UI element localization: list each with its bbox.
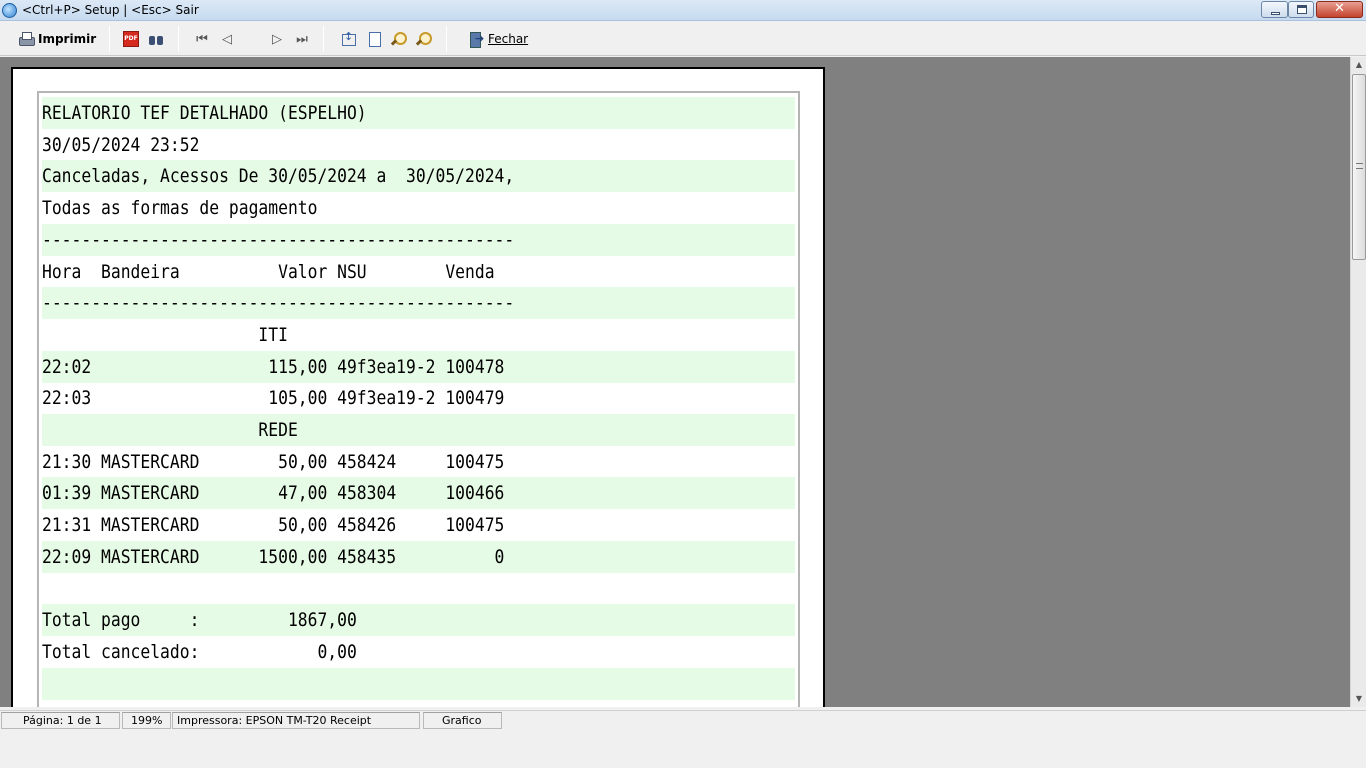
- fit-page-width-icon: [340, 30, 356, 47]
- report-line: Total pago : 1867,00: [42, 604, 795, 637]
- report-line: [42, 667, 795, 700]
- close-label: Fechar: [488, 32, 529, 46]
- report-line: 22:02 115,00 49f3ea19-2 100478: [42, 350, 795, 383]
- report-line: [42, 573, 690, 605]
- scroll-up-arrow[interactable]: ▲: [1351, 57, 1366, 73]
- zoom-out-icon: [415, 31, 432, 47]
- last-page-icon: ⏭: [296, 31, 308, 47]
- close-preview-button[interactable]: Fechar: [468, 27, 528, 51]
- maximize-icon: [1297, 5, 1307, 14]
- report-line: ----------------------------------------…: [42, 223, 795, 256]
- toolbar-separator: [109, 26, 110, 52]
- report-line: 01:39 MASTERCARD 47,00 458304 100466: [42, 477, 795, 510]
- toolbar-separator: [323, 26, 324, 52]
- vertical-scrollbar[interactable]: ▲ ▼: [1350, 57, 1366, 707]
- toolbar-separator: [178, 26, 179, 52]
- report-line-text: Hora Bandeira Valor NSU Venda: [42, 260, 495, 283]
- report-line: 21:30 MASTERCARD 50,00 458424 100475: [42, 446, 690, 478]
- last-page-button[interactable]: ⏭: [294, 27, 310, 51]
- whole-page-icon: [366, 31, 382, 47]
- report-line-text: 21:31 MASTERCARD 50,00 458426 100475: [42, 514, 505, 537]
- first-page-icon: ⏮: [196, 31, 208, 47]
- title-bar: <Ctrl+P> Setup | <Esc> Sair ✕: [0, 0, 1366, 21]
- zoom-in-button[interactable]: [390, 27, 407, 51]
- report-line: 22:03 105,00 49f3ea19-2 100479: [42, 382, 690, 414]
- status-mode: Grafico: [423, 712, 502, 729]
- exit-door-icon: [468, 31, 484, 48]
- status-bar: Página: 1 de 1 199% Impressora: EPSON TM…: [0, 710, 1366, 729]
- report-line-text: Total cancelado: 0,00: [42, 640, 357, 663]
- scroll-thumb[interactable]: [1352, 74, 1366, 260]
- report-line-text: 21:30 MASTERCARD 50,00 458424 100475: [42, 450, 505, 473]
- report-line-text: Total pago : 1867,00: [42, 609, 357, 632]
- close-window-button[interactable]: ✕: [1316, 1, 1363, 18]
- report-line-text: ITI: [42, 323, 288, 346]
- export-pdf-button[interactable]: PDF: [123, 27, 139, 51]
- page-width-button[interactable]: [340, 27, 356, 51]
- minimize-icon: [1271, 12, 1280, 15]
- status-page: Página: 1 de 1: [1, 712, 120, 729]
- find-button[interactable]: [148, 27, 164, 51]
- report-line: ITI: [42, 319, 690, 351]
- toolbar-separator: [446, 26, 447, 52]
- zoom-out-button[interactable]: [415, 27, 432, 51]
- report-line-text: RELATORIO TEF DETALHADO (ESPELHO): [42, 102, 367, 124]
- status-printer: Impressora: EPSON TM-T20 Receipt: [172, 712, 420, 729]
- report-line: 22:09 MASTERCARD 1500,00 458435 0: [42, 540, 795, 573]
- report-line: Canceladas, Acessos De 30/05/2024 a 30/0…: [42, 160, 795, 193]
- print-button[interactable]: Imprimir: [18, 27, 96, 51]
- status-zoom: 199%: [122, 712, 171, 729]
- report-line: Total cancelado: 0,00: [42, 636, 690, 668]
- report-page: RELATORIO TEF DETALHADO (ESPELHO) 30/05/2…: [11, 67, 825, 707]
- previous-page-button[interactable]: ◁: [219, 27, 235, 51]
- maximize-button[interactable]: [1288, 1, 1314, 18]
- report-line-text: 30/05/2024 23:52: [42, 133, 200, 156]
- report-line-text: Canceladas, Acessos De 30/05/2024 a 30/0…: [42, 165, 515, 188]
- report-line-text: 22:03 105,00 49f3ea19-2 100479: [42, 387, 505, 410]
- pdf-icon: PDF: [123, 31, 139, 47]
- report-line: REDE: [42, 414, 795, 446]
- close-icon: ✕: [1334, 1, 1345, 16]
- report-line: 21:31 MASTERCARD 50,00 458426 100475: [42, 509, 690, 541]
- app-icon: [2, 3, 17, 18]
- report-line: 30/05/2024 23:52: [42, 129, 690, 161]
- report-line-text: ----------------------------------------…: [42, 228, 515, 251]
- preview-area: RELATORIO TEF DETALHADO (ESPELHO) 30/05/2…: [0, 57, 1350, 707]
- report-line-text: ----------------------------------------…: [42, 292, 515, 315]
- first-page-button[interactable]: ⏮: [194, 27, 210, 51]
- report-line: Hora Bandeira Valor NSU Venda: [42, 256, 690, 288]
- report-line: Todas as formas de pagamento: [42, 192, 690, 224]
- next-page-icon: ▷: [272, 31, 282, 47]
- report-line-text: REDE: [42, 419, 298, 441]
- report-line-text: 22:02 115,00 49f3ea19-2 100478: [42, 355, 505, 378]
- report-line-text: 22:09 MASTERCARD 1500,00 458435 0: [42, 545, 505, 568]
- report-line-text: 01:39 MASTERCARD 47,00 458304 100466: [42, 482, 505, 505]
- scroll-grip-icon: [1356, 163, 1363, 169]
- printer-icon: [18, 31, 35, 47]
- report-line-text: Todas as formas de pagamento: [42, 197, 318, 220]
- minimize-button[interactable]: [1261, 1, 1288, 18]
- toolbar: Imprimir PDF ⏮ ◁ ▷ ⏭ Fechar: [0, 22, 1366, 56]
- report-line: RELATORIO TEF DETALHADO (ESPELHO): [42, 97, 795, 129]
- report-line: ----------------------------------------…: [42, 287, 795, 320]
- window-footer: [0, 729, 1366, 768]
- whole-page-button[interactable]: [366, 27, 382, 51]
- zoom-in-icon: [390, 31, 407, 47]
- window-title: <Ctrl+P> Setup | <Esc> Sair: [22, 3, 199, 17]
- report-frame: RELATORIO TEF DETALHADO (ESPELHO) 30/05/2…: [37, 91, 800, 707]
- scroll-down-arrow[interactable]: ▼: [1351, 691, 1366, 707]
- next-page-button[interactable]: ▷: [269, 27, 285, 51]
- previous-page-icon: ◁: [222, 31, 232, 47]
- print-label: Imprimir: [38, 32, 97, 46]
- binoculars-icon: [148, 31, 164, 47]
